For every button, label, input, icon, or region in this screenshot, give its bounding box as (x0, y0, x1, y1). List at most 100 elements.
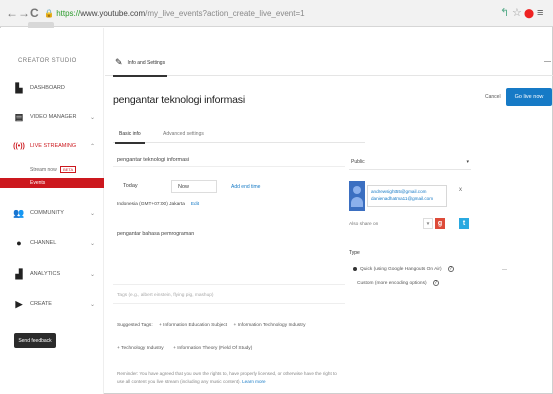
sidebar-item-label: ANALYTICS (30, 271, 61, 277)
share-selector-icon[interactable]: ▾ (423, 218, 433, 229)
suggested-tag[interactable]: + Information Education Subject (159, 323, 227, 328)
twitter-icon[interactable]: t (459, 218, 469, 229)
privacy-value: Public (351, 159, 365, 165)
date-field[interactable]: Today (123, 183, 138, 189)
title-input[interactable]: pengantar teknologi informasi (113, 153, 345, 167)
page-title: pengantar teknologi informasi (113, 94, 245, 106)
timezone-row: Indonesia (GMT+07:00) Jakarta Edit (117, 202, 199, 207)
bookmark-star-icon[interactable]: ☆ (512, 6, 522, 20)
tab-info-and-settings[interactable]: ✎ Info and Settings (115, 57, 165, 68)
time-field[interactable]: Now (171, 180, 217, 193)
pencil-icon: ✎ (115, 57, 123, 67)
avatar (349, 181, 365, 211)
sidebar-item-channel[interactable]: ● CHANNEL (14, 238, 56, 248)
analytics-icon: ▟ (15, 268, 23, 279)
sidebar-item-video-manager[interactable]: ▤ VIDEO MANAGER (14, 111, 77, 122)
sidebar: CREATOR STUDIO ▙ DASHBOARD ▤ VIDEO MANAG… (0, 28, 104, 394)
suggested-tags-row-2: + Technology Industry + Information Theo… (117, 346, 260, 351)
tab-label: Info and Settings (127, 59, 166, 66)
subtabs: Basic info Advanced settings (113, 125, 365, 144)
main-content: ✎ Info and Settings — pengantar teknolog… (105, 28, 553, 394)
create-icon: ▶ (15, 298, 23, 309)
extension-icon-2[interactable]: ⬤ (524, 6, 534, 20)
sidebar-item-live-streaming[interactable]: ((•)) LIVE STREAMING (13, 141, 77, 151)
community-icon: 👥 (13, 207, 25, 218)
sidebar-item-label: DASHBOARD (30, 85, 65, 91)
sidebar-item-community[interactable]: 👥 COMMUNITY (13, 207, 64, 218)
close-icon[interactable]: x (459, 187, 462, 193)
subtab-indicator (115, 142, 145, 144)
share-with-box: andrewsight55@gmail.com danienadhatma11@… (349, 181, 479, 217)
chevron-down-icon[interactable]: ⌄ (90, 210, 95, 217)
url-scheme: https:// (56, 9, 81, 18)
dashboard-icon: ▙ (15, 82, 23, 93)
radio-label: Custom (more encoding options) (357, 280, 427, 286)
channel-icon: ● (16, 238, 22, 248)
active-tab-indicator (113, 75, 167, 77)
type-custom-radio[interactable]: Custom (more encoding options) ? (357, 280, 439, 286)
stream-now-label: Stream now (30, 167, 57, 173)
menu-icon[interactable]: ≡ (537, 6, 543, 20)
also-share-label: Also share on (349, 222, 379, 227)
forward-icon[interactable]: → (18, 6, 30, 20)
chevron-down-icon[interactable]: ⌄ (90, 301, 95, 308)
events-label: Events (30, 180, 46, 186)
video-manager-icon: ▤ (14, 111, 24, 122)
help-icon[interactable]: ? (447, 266, 454, 272)
chevron-up-icon[interactable]: ⌃ (90, 143, 95, 150)
suggested-tags-row: Suggested Tags: + Information Education … (117, 323, 306, 328)
chevron-down-icon[interactable]: ⌄ (90, 271, 95, 278)
extension-icon-1[interactable]: ↰ (500, 6, 509, 20)
shared-email: danienadhatma11@gmail.com (371, 196, 434, 201)
edit-timezone-link[interactable]: Edit (191, 202, 199, 207)
back-icon[interactable]: ← (6, 6, 18, 20)
url-path: /my_live_events?action_create_live_event… (145, 9, 305, 18)
sidebar-title: CREATOR STUDIO (18, 58, 77, 64)
shared-email: andrewsight55@gmail.com (371, 189, 427, 194)
lock-icon: 🔒 (44, 9, 54, 18)
url-host: www.youtube.com (80, 9, 146, 18)
help-icon[interactable]: ? (432, 280, 439, 286)
description-separator: — (502, 267, 507, 273)
collapse-icon[interactable]: — (544, 58, 551, 65)
send-feedback-button[interactable]: Send feedback (14, 333, 56, 348)
reload-icon[interactable]: C (30, 6, 39, 20)
sidebar-item-dashboard[interactable]: ▙ DASHBOARD (14, 83, 65, 93)
address-bar[interactable]: 🔒 https://www.youtube.com/my_live_events… (44, 5, 484, 22)
google-plus-icon[interactable]: g (435, 218, 445, 229)
tab-basic-info[interactable]: Basic info (119, 131, 141, 137)
sidebar-item-label: LIVE STREAMING (30, 143, 77, 149)
reminder-text: Reminder: You have agreed that you own t… (117, 371, 337, 384)
sidebar-subitem-events[interactable]: Events (0, 178, 104, 188)
sidebar-item-analytics[interactable]: ▟ ANALYTICS (14, 268, 61, 279)
suggested-tag[interactable]: + Technology Industry (117, 346, 164, 351)
sidebar-item-label: CHANNEL (30, 240, 57, 246)
type-quick-radio[interactable]: Quick (using Google Hangouts On Air) ? (353, 266, 454, 272)
radio-selected-icon (353, 267, 357, 271)
tags-input[interactable]: Tags (e.g., albert einstein, flying pig,… (113, 290, 345, 304)
cancel-link[interactable]: Cancel (485, 94, 501, 100)
description-textarea[interactable]: pengantar bahasa pemrograman (113, 223, 345, 285)
type-heading: Type (349, 250, 360, 256)
suggested-tags-label: Suggested Tags: (117, 323, 153, 328)
chevron-down-icon[interactable]: ⌄ (90, 240, 95, 247)
sidebar-subitem-stream-now[interactable]: Stream now BETA (30, 166, 77, 173)
timezone-label: Indonesia (GMT+07:00) Jakarta (117, 202, 185, 207)
privacy-select[interactable]: Public ▾ (349, 156, 471, 170)
sidebar-item-create[interactable]: ▶ CREATE (14, 299, 52, 309)
tab-bar: ✎ Info and Settings (105, 48, 553, 77)
dropdown-caret-icon: ▾ (466, 159, 469, 165)
sidebar-item-label: VIDEO MANAGER (30, 114, 77, 120)
sidebar-item-label: COMMUNITY (30, 210, 64, 216)
add-end-time-link[interactable]: Add end time (231, 184, 260, 190)
browser-toolbar: ← → C 🔒 https://www.youtube.com/my_live_… (0, 0, 553, 27)
chevron-down-icon[interactable]: ⌄ (90, 114, 95, 121)
go-live-now-button[interactable]: Go live now (506, 88, 552, 106)
live-streaming-icon: ((•)) (13, 142, 25, 150)
tab-advanced-settings[interactable]: Advanced settings (163, 131, 204, 137)
learn-more-link[interactable]: Learn more (242, 379, 266, 384)
beta-badge: BETA (60, 166, 77, 173)
suggested-tag[interactable]: + Information Theory (Field Of Study) (173, 346, 252, 351)
shared-emails-field[interactable]: andrewsight55@gmail.com danienadhatma11@… (367, 185, 447, 207)
suggested-tag[interactable]: + Information Technology Industry (233, 323, 305, 328)
